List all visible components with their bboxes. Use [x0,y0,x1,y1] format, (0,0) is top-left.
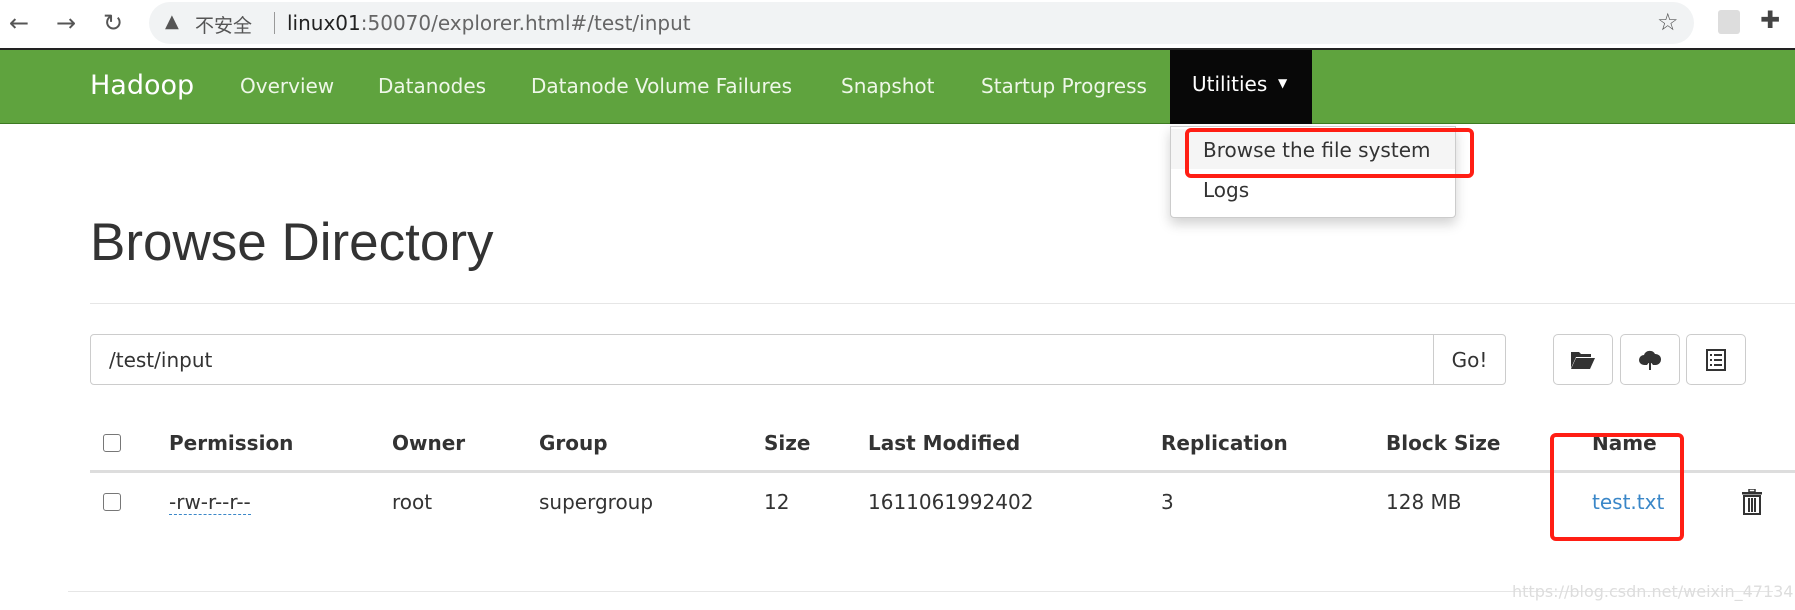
url-path: :50070/explorer.html#/test/input [360,11,691,35]
cloud-upload-icon [1639,350,1662,370]
trash-icon [1742,488,1762,515]
page-title: Browse Directory [90,213,494,272]
nav-snapshot[interactable]: Snapshot [841,74,935,98]
create-directory-button[interactable] [1553,334,1613,385]
annotation-box [1550,433,1684,541]
watermark: https://blog.csdn.net/weixin_47134119 [1512,582,1795,601]
star-icon[interactable]: ☆ [1657,8,1679,36]
menu-item-logs[interactable]: Logs [1203,178,1249,202]
puzzle-icon[interactable]: ✚ [1760,6,1780,34]
last-modified-cell: 1611061992402 [868,490,1034,514]
back-arrow-icon[interactable]: ← [2,6,36,40]
header-divider [90,470,1795,473]
annotation-box [1185,128,1474,178]
header-owner[interactable]: Owner [392,431,465,455]
permission-cell[interactable]: -rw-r--r-- [169,490,251,515]
size-cell: 12 [764,490,790,514]
nav-datanode-volume-failures[interactable]: Datanode Volume Failures [531,74,792,98]
group-cell: supergroup [539,490,654,514]
url-host: linux01 [287,11,361,35]
divider [90,303,1795,304]
header-block-size[interactable]: Block Size [1386,431,1500,455]
nav-startup-progress[interactable]: Startup Progress [981,74,1147,98]
header-size[interactable]: Size [764,431,810,455]
header-last-modified[interactable]: Last Modified [868,431,1020,455]
select-all-checkbox[interactable] [103,434,121,452]
header-permission[interactable]: Permission [169,431,293,455]
nav-utilities[interactable]: Utilities ▼ [1170,50,1312,124]
warning-icon: ▲ [165,11,179,32]
nav-utilities-label: Utilities [1192,72,1268,96]
nav-overview[interactable]: Overview [240,74,334,98]
owner-cell: root [392,490,433,514]
divider [274,12,275,34]
row-checkbox[interactable] [103,493,121,511]
go-button[interactable]: Go! [1433,334,1506,385]
upload-button[interactable] [1620,334,1680,385]
address-bar[interactable]: ▲ 不安全 linux01:50070/explorer.html#/test/… [149,2,1694,44]
block-size-cell: 128 MB [1386,490,1462,514]
path-input[interactable] [90,334,1434,385]
header-group[interactable]: Group [539,431,608,455]
caret-down-icon: ▼ [1278,76,1288,90]
reload-icon[interactable]: ↻ [96,6,130,40]
security-label: 不安全 [195,15,253,37]
navbar: Hadoop Overview Datanodes Datanode Volum… [0,48,1795,124]
replication-cell: 3 [1161,490,1174,514]
browser-toolbar: ← → ↻ ▲ 不安全 linux01:50070/explorer.html#… [0,0,1795,48]
brand-link[interactable]: Hadoop [90,70,194,101]
delete-button[interactable] [1741,488,1763,519]
forward-arrow-icon[interactable]: → [49,6,83,40]
folder-open-icon [1571,351,1595,369]
nav-datanodes[interactable]: Datanodes [378,74,486,98]
extension-icon[interactable] [1718,10,1740,34]
url-text: linux01:50070/explorer.html#/test/input [287,11,691,35]
list-icon [1706,348,1726,371]
cut-paste-button[interactable] [1686,334,1746,385]
header-replication[interactable]: Replication [1161,431,1288,455]
